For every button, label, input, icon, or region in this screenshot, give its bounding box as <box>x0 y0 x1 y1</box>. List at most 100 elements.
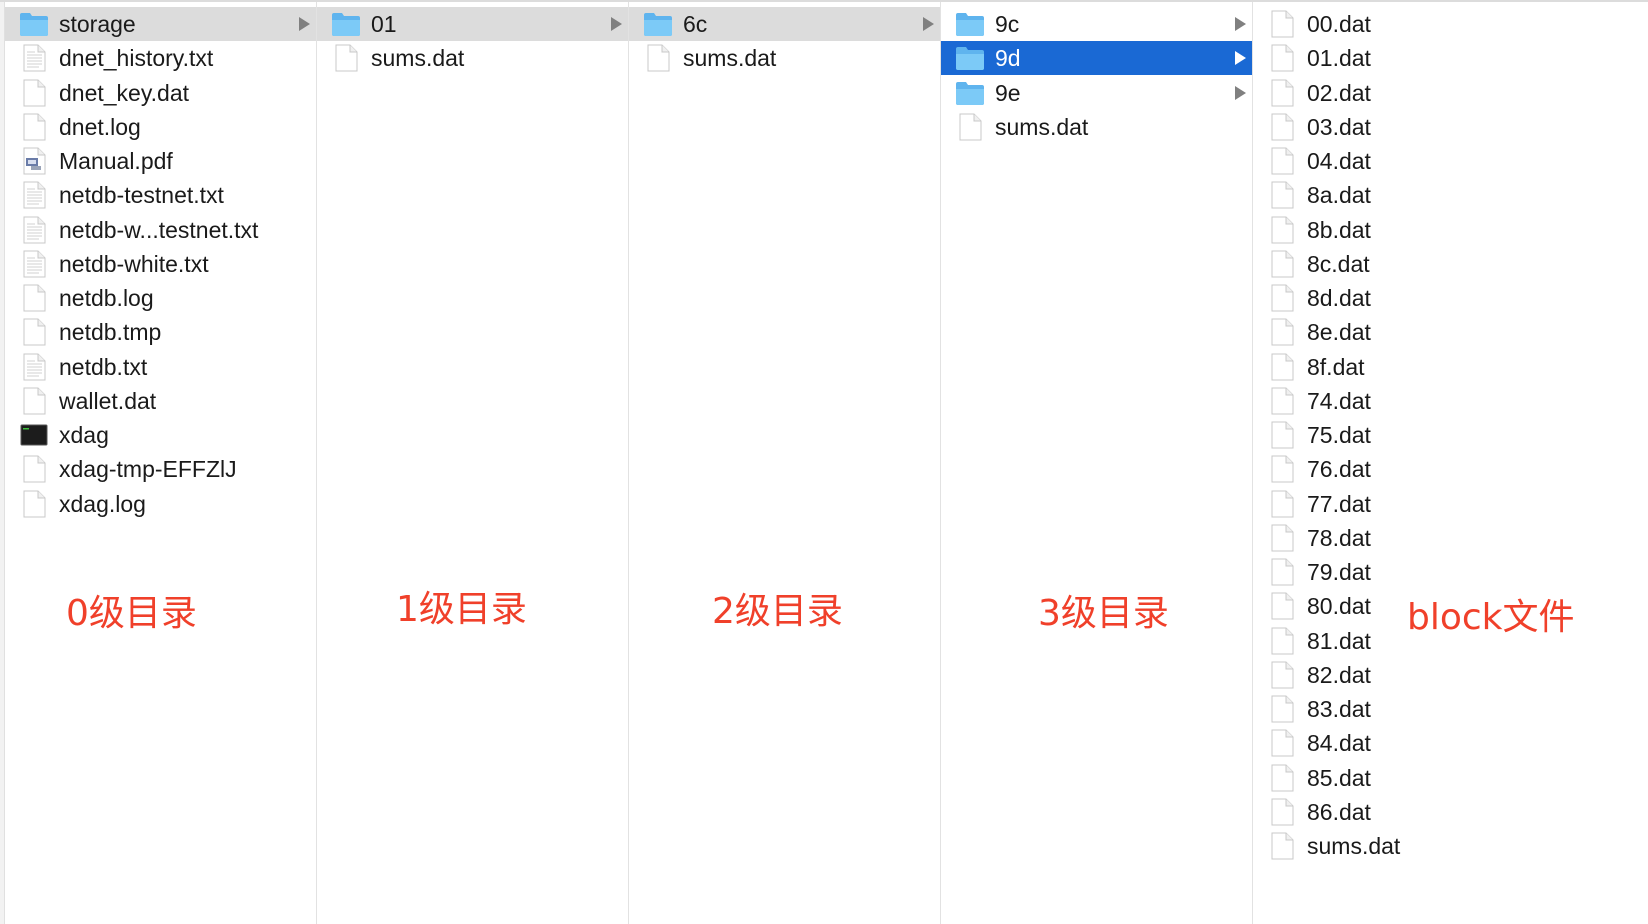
column-level-1[interactable]: 01 sums.dat <box>317 2 629 924</box>
text-file-icon <box>19 181 49 209</box>
item-name: 01.dat <box>1307 45 1371 72</box>
folder-row[interactable]: 01 <box>317 7 628 41</box>
column-level-3[interactable]: 9c 9d 9e sums.dat <box>941 2 1253 924</box>
file-icon <box>1267 490 1297 518</box>
item-name: netdb-testnet.txt <box>59 182 224 209</box>
file-row[interactable]: netdb.tmp <box>5 315 316 349</box>
file-row[interactable]: Manual.pdf <box>5 144 316 178</box>
item-name: xdag <box>59 422 109 448</box>
file-row[interactable]: sums.dat <box>317 41 628 75</box>
folder-row[interactable]: storage <box>5 7 316 41</box>
file-row[interactable]: 8e.dat <box>1253 315 1648 349</box>
executable-icon <box>19 421 49 449</box>
item-name: 80.dat <box>1307 593 1371 620</box>
file-row[interactable]: netdb-testnet.txt <box>5 178 316 212</box>
annotation-level-1: 1级目录 <box>396 589 527 630</box>
item-name: dnet_key.dat <box>59 79 190 106</box>
column-level-2[interactable]: 6c sums.dat <box>629 2 941 924</box>
file-row[interactable]: xdag <box>5 418 316 452</box>
item-name: 9d <box>995 45 1021 72</box>
file-icon <box>1267 318 1297 346</box>
text-file-icon <box>19 250 49 278</box>
disclosure-arrow-icon <box>299 17 310 31</box>
file-icon <box>1267 695 1297 723</box>
item-name: 83.dat <box>1307 696 1371 722</box>
file-icon <box>19 387 49 415</box>
item-name: netdb.tmp <box>59 319 162 346</box>
file-row[interactable]: 83.dat <box>1253 692 1648 726</box>
file-icon <box>1267 147 1297 175</box>
item-name: 85.dat <box>1307 764 1371 791</box>
file-row[interactable]: 8a.dat <box>1253 178 1648 212</box>
file-icon <box>1267 181 1297 209</box>
item-name: 78.dat <box>1307 524 1371 551</box>
file-row[interactable]: xdag-tmp-EFFZlJ <box>5 452 316 486</box>
file-row[interactable]: netdb.log <box>5 281 316 315</box>
file-row[interactable]: 85.dat <box>1253 761 1648 795</box>
item-name: sums.dat <box>1307 833 1401 859</box>
file-row[interactable]: 8d.dat <box>1253 281 1648 315</box>
folder-row[interactable]: 9d <box>941 41 1252 76</box>
text-file-icon <box>19 44 49 72</box>
item-name: dnet.log <box>59 113 141 140</box>
file-icon <box>1267 10 1297 38</box>
item-name: 75.dat <box>1307 422 1371 448</box>
item-name: 04.dat <box>1307 148 1371 174</box>
file-icon <box>955 113 985 141</box>
file-icon <box>1267 729 1297 757</box>
file-icon <box>1267 661 1297 689</box>
file-row[interactable]: 75.dat <box>1253 418 1648 452</box>
file-row[interactable]: sums.dat <box>941 110 1252 144</box>
file-row[interactable]: 04.dat <box>1253 144 1648 178</box>
annotation-level-2: 2级目录 <box>712 591 843 632</box>
file-row[interactable]: 02.dat <box>1253 76 1648 110</box>
file-row[interactable]: 84.dat <box>1253 726 1648 760</box>
file-row[interactable]: xdag.log <box>5 487 316 521</box>
item-name: 8e.dat <box>1307 319 1371 346</box>
file-row[interactable]: 01.dat <box>1253 41 1648 75</box>
item-name: wallet.dat <box>59 387 157 414</box>
file-icon <box>643 44 673 72</box>
item-name: 77.dat <box>1307 490 1371 517</box>
item-name: 8d.dat <box>1307 285 1371 311</box>
file-row[interactable]: 76.dat <box>1253 452 1648 486</box>
file-row[interactable]: 86.dat <box>1253 795 1648 829</box>
file-row[interactable]: dnet_key.dat <box>5 76 316 110</box>
folder-row[interactable]: 9e <box>941 76 1252 110</box>
folder-row[interactable]: 6c <box>629 7 940 41</box>
file-row[interactable]: sums.dat <box>629 41 940 75</box>
file-row[interactable]: dnet.log <box>5 110 316 144</box>
file-row[interactable]: 03.dat <box>1253 110 1648 144</box>
file-row[interactable]: 82.dat <box>1253 658 1648 692</box>
annotation-level-0: 0级目录 <box>66 593 197 634</box>
file-row[interactable]: dnet_history.txt <box>5 41 316 75</box>
file-row[interactable]: netdb-white.txt <box>5 247 316 281</box>
file-row[interactable]: 74.dat <box>1253 384 1648 418</box>
item-name: Manual.pdf <box>59 148 173 174</box>
file-row[interactable]: 77.dat <box>1253 487 1648 521</box>
file-row[interactable]: 78.dat <box>1253 521 1648 555</box>
item-name: xdag-tmp-EFFZlJ <box>59 456 237 483</box>
folder-row[interactable]: 9c <box>941 7 1252 41</box>
item-name: 8b.dat <box>1307 216 1371 243</box>
file-row[interactable]: 8b.dat <box>1253 213 1648 247</box>
item-name: 74.dat <box>1307 387 1371 414</box>
file-row[interactable]: wallet.dat <box>5 384 316 418</box>
file-row[interactable]: netdb.txt <box>5 350 316 384</box>
item-name: sums.dat <box>683 45 777 72</box>
file-row[interactable]: netdb-w...testnet.txt <box>5 213 316 247</box>
file-icon <box>1267 387 1297 415</box>
file-row[interactable]: sums.dat <box>1253 829 1648 863</box>
file-icon <box>1267 764 1297 792</box>
file-row[interactable]: 00.dat <box>1253 7 1648 41</box>
file-icon <box>331 44 361 72</box>
file-row[interactable]: 8c.dat <box>1253 247 1648 281</box>
file-row[interactable]: 79.dat <box>1253 555 1648 589</box>
folder-icon <box>19 10 49 38</box>
column-block-files[interactable]: 00.dat 01.dat 02.dat 03.dat 04.dat 8a.dat 8b.d… <box>1253 2 1648 924</box>
file-row[interactable]: 8f.dat <box>1253 350 1648 384</box>
item-name: 00.dat <box>1307 11 1371 37</box>
column-level-0[interactable]: storage dnet_history.txt dnet_key.dat dnet.… <box>5 2 317 924</box>
item-name: 82.dat <box>1307 661 1371 688</box>
item-name: 84.dat <box>1307 730 1371 757</box>
